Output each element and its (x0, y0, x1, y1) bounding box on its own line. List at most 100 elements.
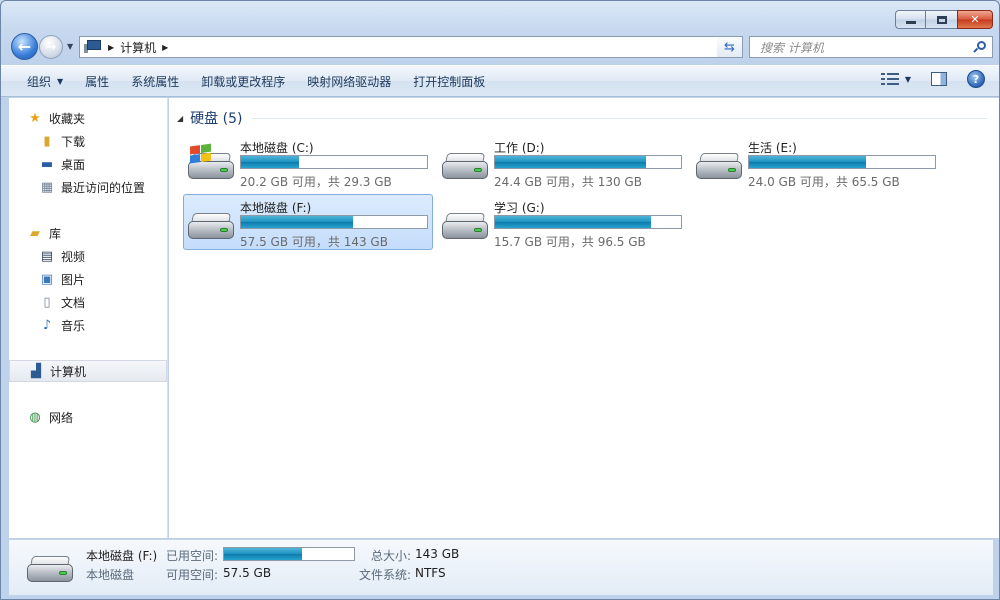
details-fs-label: 文件系统: (359, 568, 412, 582)
system-properties-button[interactable]: 系统属性 (123, 69, 187, 93)
sidebar-item-documents[interactable]: ▯ 文档 (9, 291, 167, 313)
drive-space-text: 57.5 GB 可用，共 143 GB (240, 235, 388, 249)
drive-name: 生活 (E:) (748, 141, 797, 155)
sidebar-item-recent-places[interactable]: ▦ 最近访问的位置 (9, 176, 167, 198)
drive-name: 本地磁盘 (F:) (240, 201, 312, 215)
search-placeholder: 搜索 计算机 (760, 40, 824, 55)
details-usage-fill (224, 548, 302, 560)
sidebar-item-network[interactable]: ◍ 网络 (9, 406, 167, 428)
drive-usage-bar (240, 215, 428, 229)
windows-logo-icon (190, 143, 212, 164)
details-drive-name: 本地磁盘 (F:) (86, 549, 158, 563)
caption-buttons: ✕ (895, 10, 993, 30)
view-options-dropdown[interactable]: ▼ (905, 75, 911, 84)
details-free-label: 可用空间: (166, 568, 219, 582)
address-bar[interactable]: ▶ 计算机 ▶ ▼ (79, 36, 729, 58)
document-icon: ▯ (43, 294, 51, 310)
sidebar-item-desktop[interactable]: ▬ 桌面 (9, 153, 167, 175)
drive-space-text: 24.4 GB 可用，共 130 GB (494, 175, 642, 189)
system-drive-icon (186, 143, 236, 183)
drive-tile[interactable]: 生活 (E:) 24.0 GB 可用，共 65.5 GB (691, 134, 941, 190)
details-pane: 本地磁盘 (F:) 已用空间: 总大小: 143 GB 本地磁盘 可用空间: 5… (9, 539, 993, 595)
details-total-label: 总大小: (371, 549, 412, 563)
computer-icon (84, 40, 102, 54)
properties-button[interactable]: 属性 (77, 69, 117, 93)
drive-name: 工作 (D:) (494, 141, 545, 155)
help-icon[interactable]: ? (967, 70, 985, 88)
drive-usage-fill (749, 156, 867, 168)
music-icon: ♪ (42, 317, 52, 333)
drive-space-text: 24.0 GB 可用，共 65.5 GB (748, 175, 900, 189)
drive-name: 学习 (G:) (494, 201, 545, 215)
collapse-triangle-icon[interactable]: ◢ (177, 114, 183, 123)
sidebar-item-pictures[interactable]: ▣ 图片 (9, 268, 167, 290)
star-icon: ★ (29, 110, 41, 126)
drive-tile[interactable]: 学习 (G:) 15.7 GB 可用，共 96.5 GB (437, 194, 687, 250)
details-drive-type: 本地磁盘 (86, 568, 135, 582)
drive-tile[interactable]: 本地磁盘 (C:) 20.2 GB 可用，共 29.3 GB (183, 134, 433, 190)
recent-pages-dropdown[interactable]: ▼ (67, 42, 73, 51)
details-usage-bar (223, 547, 355, 561)
drive-tile[interactable]: 本地磁盘 (F:) 57.5 GB 可用，共 143 GB (183, 194, 433, 250)
hard-drive-icon (440, 151, 490, 183)
close-icon: ✕ (970, 13, 980, 26)
toolbar-right: ▼ ? (880, 70, 999, 88)
computer-icon: ▟ (31, 363, 41, 379)
change-view-icon[interactable] (880, 72, 899, 86)
sidebar-item-music[interactable]: ♪ 音乐 (9, 314, 167, 336)
search-icon[interactable] (973, 41, 986, 53)
drive-usage-fill (495, 216, 652, 228)
sidebar-item-videos[interactable]: ▤ 视频 (9, 245, 167, 267)
forward-button[interactable]: → (39, 35, 63, 59)
hard-drive-icon (440, 211, 490, 243)
details-total-value: 143 GB (415, 547, 460, 561)
drive-space-text: 15.7 GB 可用，共 96.5 GB (494, 235, 646, 249)
libraries-icon: ▰ (30, 225, 40, 241)
forward-arrow-icon: → (45, 39, 57, 55)
hard-drive-icon (694, 151, 744, 183)
drive-usage-bar (240, 155, 428, 169)
drive-usage-bar (494, 215, 682, 229)
sidebar-item-computer[interactable]: ▟ 计算机 (9, 360, 167, 382)
organize-button[interactable]: 组织 ▼ (19, 69, 71, 93)
close-button[interactable]: ✕ (957, 10, 993, 29)
breadcrumb-chevron-icon[interactable]: ▶ (162, 43, 168, 52)
sidebar-item-libraries[interactable]: ▰ 库 (9, 222, 167, 244)
drive-usage-bar (494, 155, 682, 169)
breadcrumb-chevron-icon[interactable]: ▶ (108, 43, 114, 52)
refresh-icon: ⇆ (724, 39, 735, 55)
breadcrumb-computer[interactable]: 计算机 (120, 39, 156, 56)
network-icon: ◍ (29, 409, 41, 425)
refresh-button[interactable]: ⇆ (717, 36, 743, 58)
uninstall-program-button[interactable]: 卸载或更改程序 (193, 69, 293, 93)
desktop-icon: ▬ (40, 156, 54, 172)
drive-space-text: 20.2 GB 可用，共 29.3 GB (240, 175, 392, 189)
drive-usage-bar (748, 155, 936, 169)
maximize-button[interactable] (925, 10, 957, 29)
details-used-label: 已用空间: (166, 549, 219, 563)
group-header-hard-drives[interactable]: ◢ 硬盘 (5) (177, 108, 987, 128)
sidebar-item-downloads[interactable]: ▮ 下载 (9, 130, 167, 152)
picture-icon: ▣ (40, 271, 54, 287)
map-network-drive-button[interactable]: 映射网络驱动器 (299, 69, 399, 93)
sidebar-item-favorites[interactable]: ★ 收藏夹 (9, 107, 167, 129)
hard-drive-icon (186, 211, 236, 243)
navigation-bar: ← → ▼ ▶ 计算机 ▶ ▼ ⇆ 搜索 计算机 (9, 33, 993, 61)
drive-name: 本地磁盘 (C:) (240, 141, 314, 155)
preview-pane-icon[interactable] (931, 72, 947, 86)
video-icon: ▤ (40, 248, 54, 264)
minimize-button[interactable] (895, 10, 925, 29)
content-pane: ◢ 硬盘 (5) 本地磁盘 (C:) 20.2 GB 可用，共 29.3 GB 工作… (169, 98, 999, 538)
back-button[interactable]: ← (11, 33, 38, 60)
minimize-icon (905, 21, 916, 24)
details-fs-value: NTFS (415, 566, 446, 580)
command-bar: 组织 ▼ 属性 系统属性 卸载或更改程序 映射网络驱动器 打开控制面板 ▼ ? (1, 65, 999, 97)
chevron-down-icon: ▼ (57, 76, 64, 86)
group-title: 硬盘 (5) (190, 111, 243, 127)
drive-usage-fill (495, 156, 646, 168)
open-control-panel-button[interactable]: 打开控制面板 (405, 69, 493, 93)
search-input[interactable]: 搜索 计算机 (749, 36, 993, 58)
downloads-folder-icon: ▮ (43, 133, 51, 149)
back-arrow-icon: ← (17, 37, 32, 56)
drive-tile[interactable]: 工作 (D:) 24.4 GB 可用，共 130 GB (437, 134, 687, 190)
